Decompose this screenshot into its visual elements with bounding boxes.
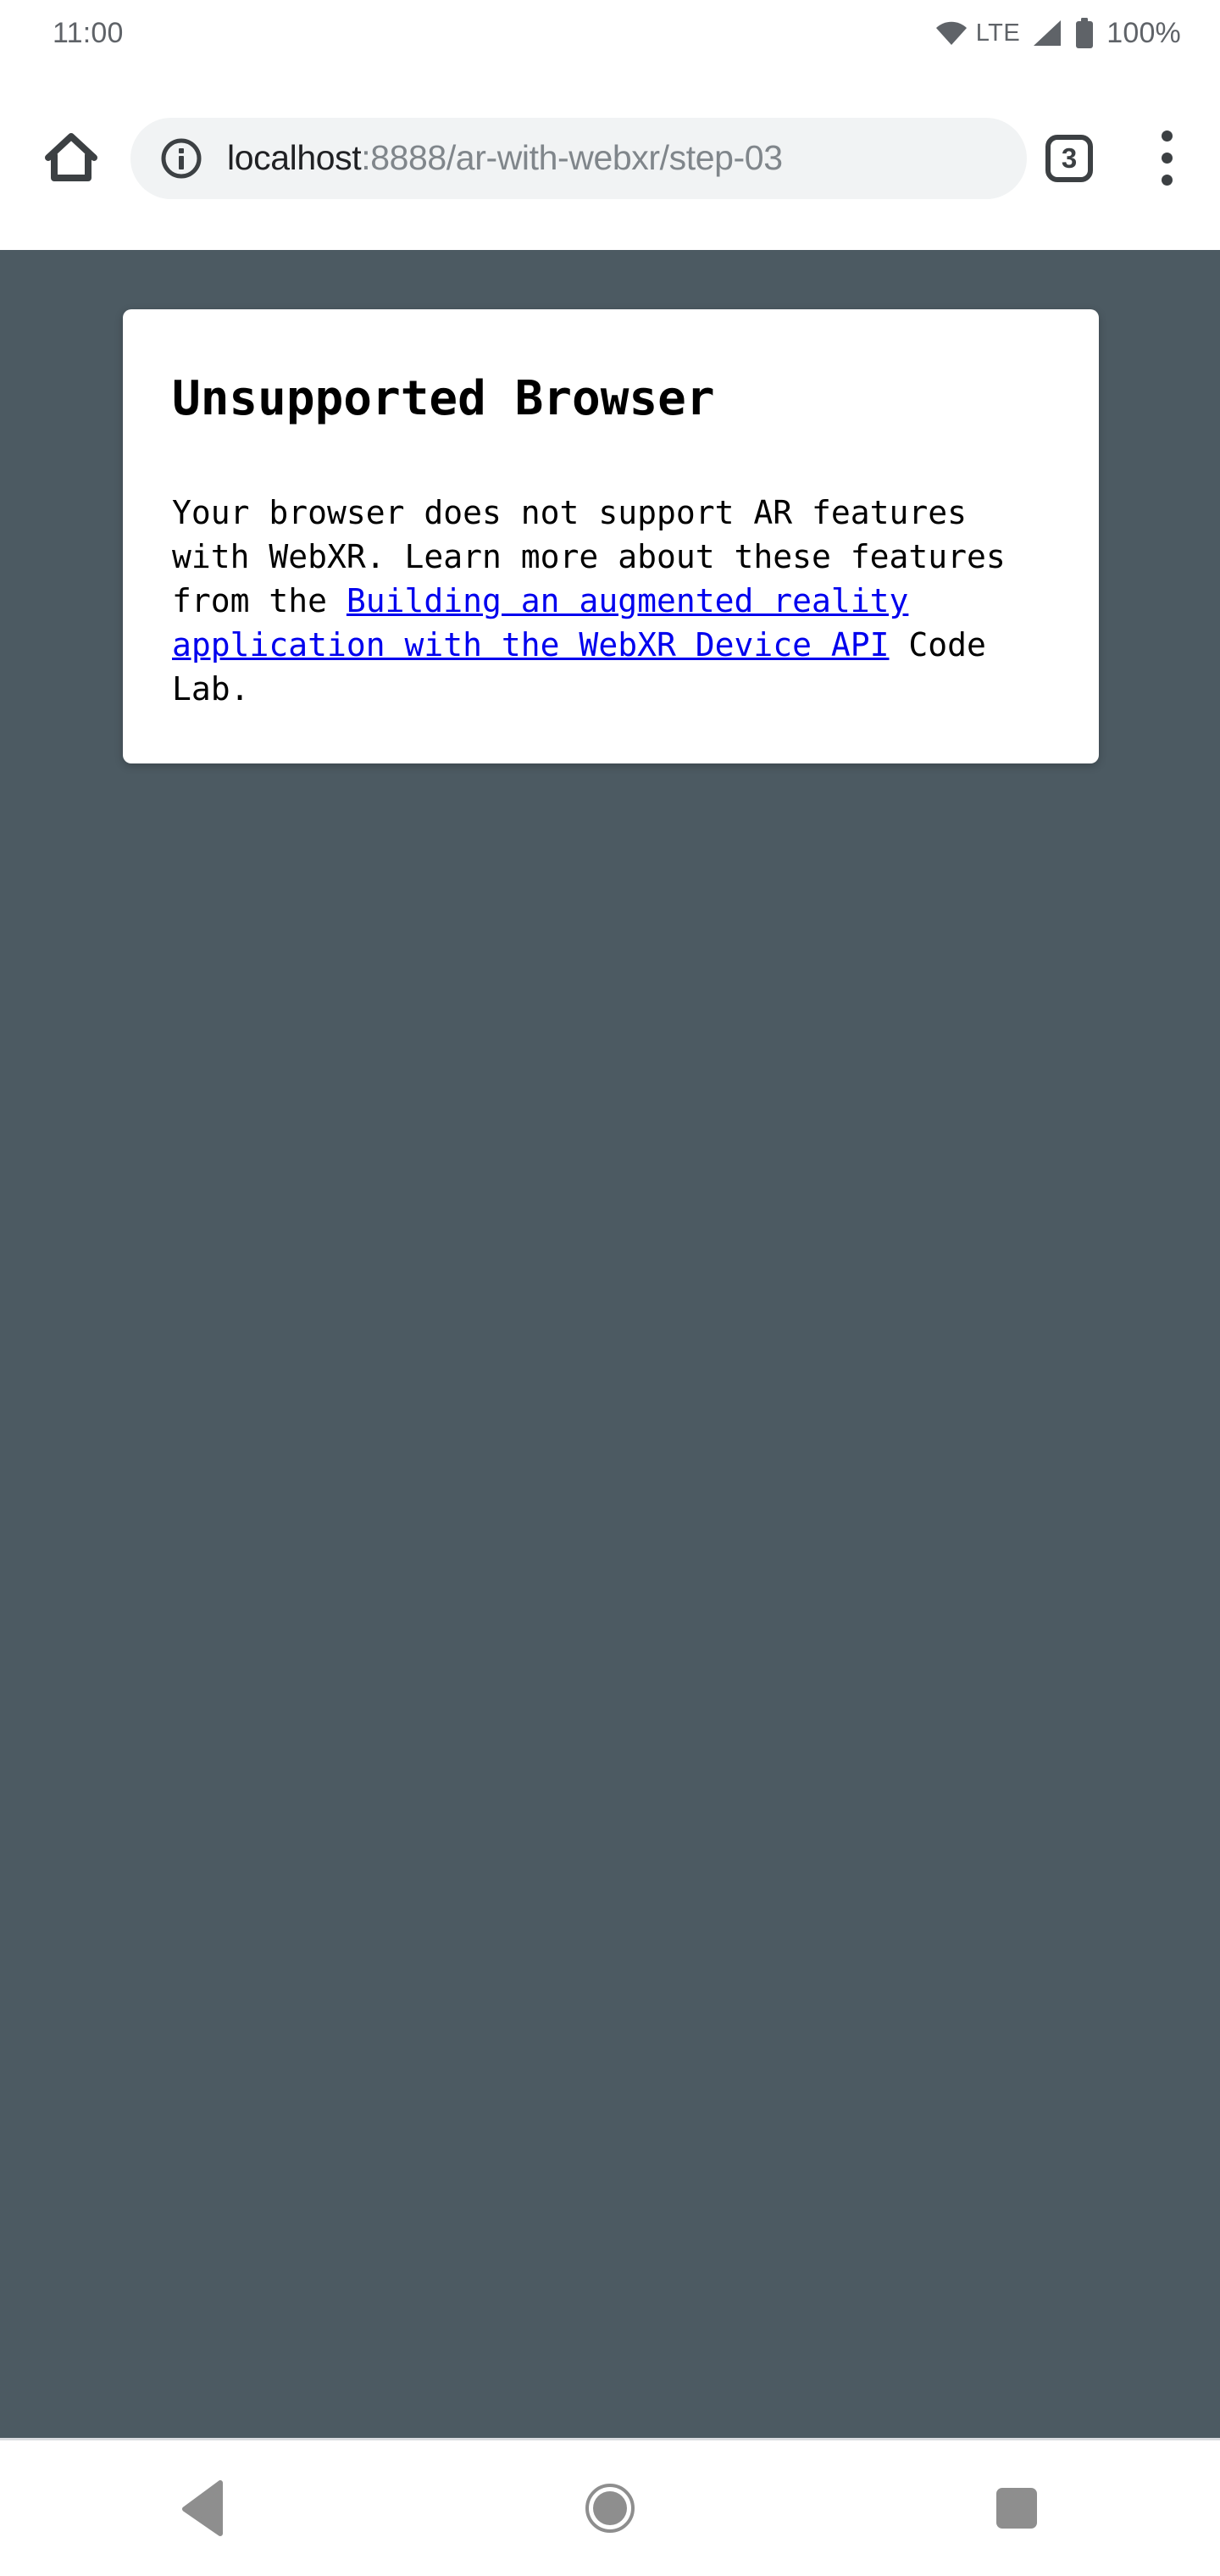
status-bar-clock: 11:00: [53, 16, 124, 49]
menu-dot: [1161, 175, 1173, 186]
tab-counter-button[interactable]: 3: [1045, 134, 1093, 182]
url-host: localhost: [227, 138, 362, 177]
phone-screen: 11:00 LTE 100% localhost:8888/ar-with-we…: [0, 0, 1220, 2576]
unsupported-browser-card: Unsupported Browser Your browser does no…: [123, 309, 1099, 764]
info-circle-icon[interactable]: [159, 136, 203, 180]
home-circle-icon[interactable]: [407, 2440, 813, 2576]
wifi-icon: [935, 19, 967, 47]
recents-square-icon[interactable]: [813, 2440, 1220, 2576]
cellular-signal-icon: [1032, 19, 1062, 47]
menu-dot: [1161, 130, 1173, 142]
status-bar: 11:00 LTE 100%: [0, 0, 1220, 66]
url-path: :8888/ar-with-webxr/step-03: [361, 138, 783, 177]
home-icon[interactable]: [27, 114, 115, 203]
status-bar-indicators: LTE 100%: [935, 17, 1181, 50]
page-body-text: Your browser does not support AR feature…: [172, 491, 1050, 711]
battery-icon: [1074, 18, 1095, 48]
menu-dot: [1161, 153, 1173, 164]
url-text[interactable]: localhost:8888/ar-with-webxr/step-03: [227, 138, 783, 178]
back-triangle-icon[interactable]: [0, 2440, 407, 2576]
tab-count-label: 3: [1061, 142, 1078, 174]
network-type-label: LTE: [975, 19, 1021, 47]
browser-toolbar: localhost:8888/ar-with-webxr/step-03 3: [0, 66, 1220, 250]
system-navigation-bar: [0, 2438, 1220, 2576]
page-title: Unsupported Browser: [172, 371, 715, 426]
three-dot-menu-icon[interactable]: [1137, 120, 1196, 197]
page-viewport: Unsupported Browser Your browser does no…: [0, 250, 1220, 2438]
battery-percent-label: 100%: [1106, 16, 1181, 49]
url-bar[interactable]: localhost:8888/ar-with-webxr/step-03: [130, 117, 1027, 199]
